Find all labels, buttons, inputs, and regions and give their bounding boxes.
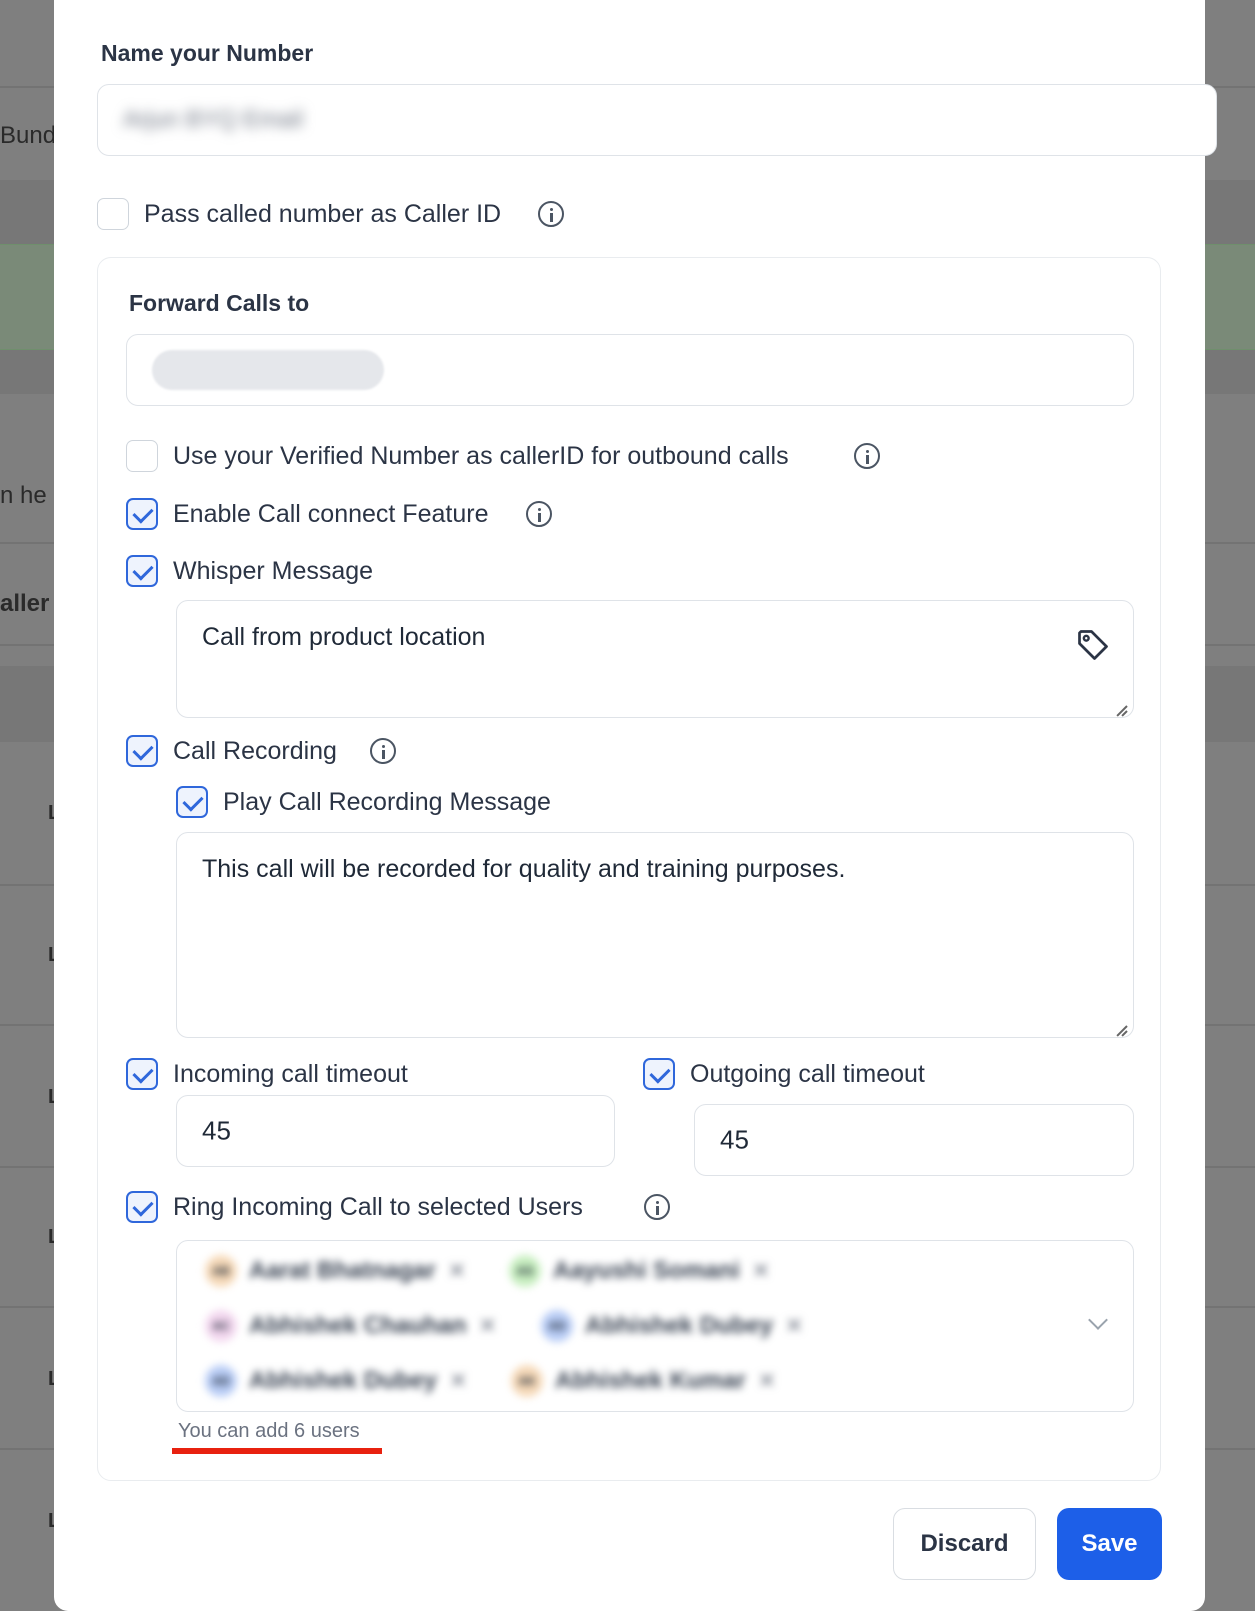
user-chip[interactable]: AC Abhishek Chauhan ✕: [205, 1306, 497, 1346]
remove-icon[interactable]: ✕: [478, 1313, 496, 1339]
name-input[interactable]: Arjun BYQ Email: [97, 84, 1217, 156]
remove-icon[interactable]: ✕: [752, 1258, 770, 1284]
whisper-message-value: Call from product location: [202, 623, 486, 651]
remove-icon[interactable]: ✕: [448, 1258, 466, 1284]
call-connect-label: Enable Call connect Feature: [173, 500, 489, 528]
recording-message-textarea[interactable]: This call will be recorded for quality a…: [176, 832, 1134, 1038]
bg-fragment: aller: [0, 590, 50, 617]
bg-fragment: Bundl: [0, 122, 62, 149]
user-chip-name: Aarat Bhatnagar: [249, 1257, 436, 1284]
forward-calls-section: Forward Calls to Use your Verified Numbe…: [97, 257, 1161, 1481]
ring-users-label: Ring Incoming Call to selected Users: [173, 1193, 583, 1221]
recording-message-value: This call will be recorded for quality a…: [202, 855, 846, 883]
whisper-message-textarea[interactable]: Call from product location: [176, 600, 1134, 718]
outgoing-timeout-label: Outgoing call timeout: [690, 1060, 925, 1088]
incoming-timeout-input[interactable]: 45: [176, 1095, 615, 1167]
remove-icon[interactable]: ✕: [758, 1368, 776, 1394]
user-chip-name: Abhishek Kumar: [555, 1367, 746, 1394]
remove-icon[interactable]: ✕: [449, 1368, 467, 1394]
info-icon[interactable]: [644, 1194, 670, 1220]
outgoing-timeout-checkbox[interactable]: [643, 1058, 675, 1090]
call-recording-checkbox[interactable]: [126, 735, 158, 767]
name-value: Arjun BYQ Email: [123, 106, 304, 133]
avatar: AC: [205, 1310, 237, 1342]
remove-icon[interactable]: ✕: [785, 1313, 803, 1339]
user-chip-name: Abhishek Chauhan: [249, 1312, 467, 1339]
user-chip[interactable]: AD Abhishek Dubey ✕: [205, 1361, 467, 1401]
info-icon[interactable]: [370, 738, 396, 764]
highlight-underline: [172, 1448, 382, 1454]
save-button[interactable]: Save: [1057, 1508, 1162, 1580]
incoming-timeout-value: 45: [202, 1115, 231, 1146]
avatar: AD: [541, 1310, 573, 1342]
forward-calls-input[interactable]: [126, 334, 1134, 406]
forward-chip-placeholder: [152, 350, 384, 390]
user-chip[interactable]: AS Aayushi Somani ✕: [509, 1251, 770, 1291]
incoming-timeout-label: Incoming call timeout: [173, 1060, 408, 1088]
resize-handle[interactable]: [1113, 697, 1129, 713]
outgoing-timeout-input[interactable]: 45: [694, 1104, 1134, 1176]
user-chip[interactable]: AD Abhishek Dubey ✕: [541, 1306, 803, 1346]
forward-calls-label: Forward Calls to: [129, 290, 310, 316]
user-chip[interactable]: AK Abhishek Kumar ✕: [511, 1361, 776, 1401]
verified-number-label: Use your Verified Number as callerID for…: [173, 442, 789, 470]
users-helper-text: You can add 6 users: [178, 1420, 360, 1442]
edit-number-modal: Name your Number Arjun BYQ Email Pass ca…: [54, 0, 1217, 1611]
users-multiselect[interactable]: AB Aarat Bhatnagar ✕ AS Aayushi Somani ✕…: [176, 1240, 1134, 1412]
info-icon[interactable]: [854, 443, 880, 469]
call-connect-checkbox[interactable]: [126, 498, 158, 530]
avatar: AS: [509, 1255, 541, 1287]
outgoing-timeout-value: 45: [720, 1124, 749, 1155]
play-recording-label: Play Call Recording Message: [223, 788, 551, 816]
whisper-message-checkbox[interactable]: [126, 555, 158, 587]
chevron-down-icon[interactable]: [1088, 1310, 1108, 1330]
info-icon[interactable]: [526, 501, 552, 527]
info-icon[interactable]: [538, 201, 564, 227]
avatar: AK: [511, 1365, 543, 1397]
play-recording-checkbox[interactable]: [176, 786, 208, 818]
pass-caller-id-checkbox[interactable]: [97, 198, 129, 230]
pass-caller-id-label: Pass called number as Caller ID: [144, 200, 502, 228]
verified-number-checkbox[interactable]: [126, 440, 158, 472]
ring-users-checkbox[interactable]: [126, 1191, 158, 1223]
user-chip-name: Abhishek Dubey: [249, 1367, 438, 1394]
incoming-timeout-checkbox[interactable]: [126, 1058, 158, 1090]
resize-handle[interactable]: [1113, 1017, 1129, 1033]
bg-fragment: n he: [0, 482, 47, 509]
user-chip-name: Abhishek Dubey: [585, 1312, 774, 1339]
avatar: AD: [205, 1365, 237, 1397]
user-chip-name: Aayushi Somani: [553, 1257, 740, 1284]
call-recording-label: Call Recording: [173, 737, 337, 765]
whisper-message-label: Whisper Message: [173, 557, 374, 585]
avatar: AB: [205, 1255, 237, 1287]
name-label: Name your Number: [101, 40, 314, 66]
user-chip[interactable]: AB Aarat Bhatnagar ✕: [205, 1251, 466, 1291]
tag-icon[interactable]: [1075, 627, 1111, 663]
discard-button[interactable]: Discard: [893, 1508, 1036, 1580]
